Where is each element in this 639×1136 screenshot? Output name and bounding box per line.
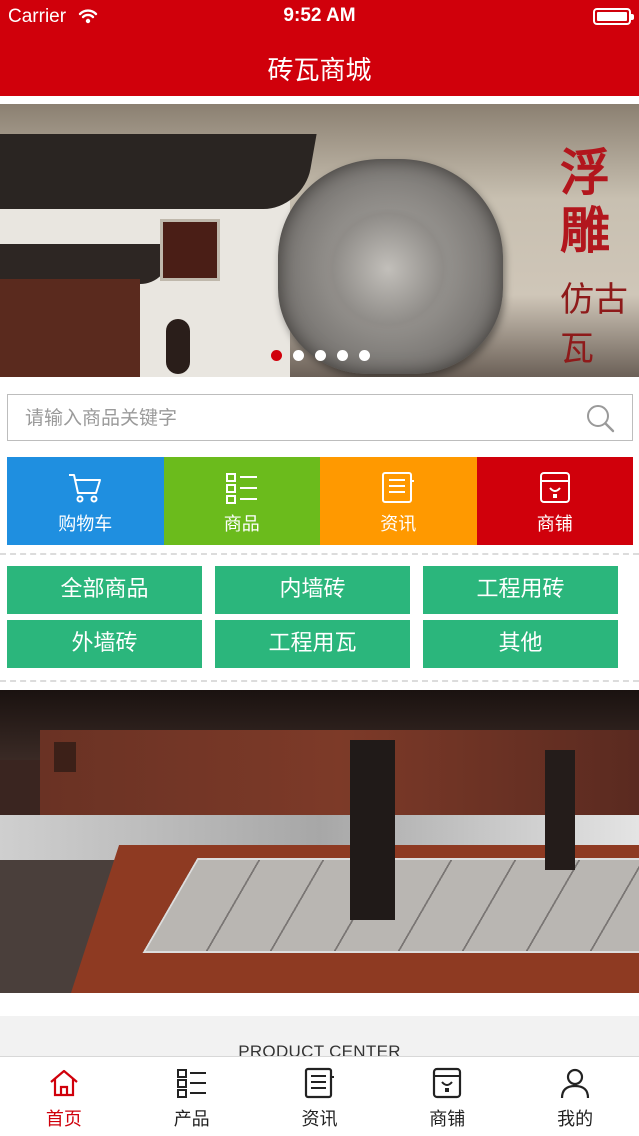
search-icon[interactable] — [585, 403, 615, 433]
tile-shop[interactable]: 商铺 — [476, 457, 633, 545]
tab-shop[interactable]: 商铺 — [383, 1057, 511, 1136]
tab-home-label: 首页 — [45, 1109, 82, 1130]
category-all[interactable]: 全部商品 — [7, 566, 202, 614]
banner-seal-text: 浮雕 — [560, 143, 610, 260]
tab-mine[interactable]: 我的 — [511, 1057, 639, 1136]
banner-window-oval — [166, 319, 190, 374]
quick-nav: 购物车 商品 资讯 商铺 — [7, 457, 633, 545]
tile-products-label: 商品 — [223, 514, 260, 535]
tile-cart[interactable]: 购物车 — [7, 457, 164, 545]
showroom-sign — [54, 742, 76, 772]
tile-news[interactable]: 资讯 — [320, 457, 477, 545]
carousel-pager — [0, 350, 639, 362]
search-bar — [7, 394, 633, 441]
banner-carving-image — [278, 159, 503, 374]
banner-window — [160, 219, 220, 281]
carousel-dot[interactable] — [270, 350, 282, 361]
page-title: 砖瓦商城 — [267, 56, 372, 86]
clock: 9:52 AM — [283, 5, 356, 26]
banner-house-image — [0, 134, 317, 377]
carousel-dot[interactable] — [358, 350, 370, 361]
category-exterior-tile[interactable]: 外墙砖 — [7, 620, 202, 668]
tab-bar: 首页 产品 资讯 商铺 我的 — [0, 1056, 639, 1136]
tab-products-label: 产品 — [173, 1109, 210, 1130]
showroom-pillar — [545, 750, 575, 870]
carousel-dot[interactable] — [314, 350, 326, 361]
person-icon — [560, 1068, 590, 1099]
news-icon — [305, 1067, 335, 1099]
carousel-dot[interactable] — [292, 350, 304, 361]
grid-list-icon — [225, 473, 257, 504]
grid-list-icon — [176, 1069, 206, 1098]
search-input[interactable] — [25, 395, 565, 440]
cart-icon — [69, 474, 102, 503]
category-project-brick[interactable]: 工程用砖 — [423, 566, 618, 614]
tile-products[interactable]: 商品 — [163, 457, 320, 545]
carousel-dot[interactable] — [336, 350, 348, 361]
banner-roof — [0, 134, 317, 209]
shop-icon — [539, 472, 570, 503]
tab-products[interactable]: 产品 — [128, 1057, 256, 1136]
news-icon — [382, 472, 415, 503]
category-interior-tile[interactable]: 内墙砖 — [215, 566, 410, 614]
tile-shop-label: 商铺 — [536, 514, 573, 535]
divider — [0, 553, 639, 555]
tile-cart-label: 购物车 — [58, 514, 113, 535]
battery-icon — [593, 8, 634, 25]
category-other[interactable]: 其他 — [423, 620, 618, 668]
tab-news[interactable]: 资讯 — [256, 1057, 384, 1136]
battery-fill — [597, 12, 627, 21]
tab-news-label: 资讯 — [301, 1109, 338, 1130]
home-icon — [50, 1069, 78, 1097]
banner-wall — [0, 279, 140, 377]
status-bar: Carrier 9:52 AM — [0, 0, 639, 40]
tab-home[interactable]: 首页 — [0, 1057, 128, 1136]
nav-bar: 砖瓦商城 — [0, 40, 639, 96]
showroom-pillar — [350, 740, 395, 920]
showroom-image[interactable] — [0, 690, 639, 993]
tab-shop-label: 商铺 — [429, 1109, 466, 1130]
divider — [0, 680, 639, 682]
category-project-roof-tile[interactable]: 工程用瓦 — [215, 620, 410, 668]
shop-icon — [433, 1067, 462, 1099]
banner-roof-lower — [0, 244, 170, 284]
banner-carousel[interactable]: 浮雕 仿古瓦 — [0, 104, 639, 377]
tile-news-label: 资讯 — [380, 514, 417, 535]
tab-mine-label: 我的 — [557, 1109, 594, 1130]
